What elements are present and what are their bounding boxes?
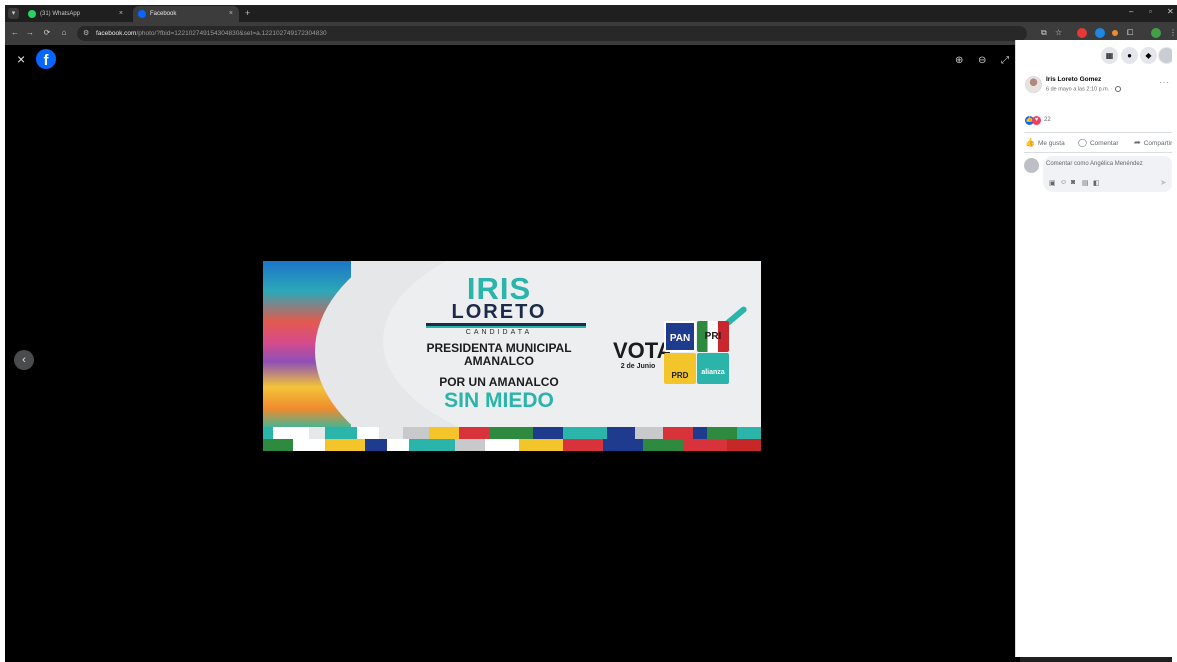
tab-facebook[interactable]: Facebook ×: [133, 6, 239, 22]
like-button[interactable]: 👍 Me gusta: [1025, 138, 1065, 147]
new-tab-button[interactable]: +: [245, 5, 250, 22]
tab-search-button[interactable]: ▾: [8, 8, 19, 19]
facebook-icon: [138, 10, 146, 18]
post-date[interactable]: 6 de mayo a las 2:10 p.m. ·: [1046, 86, 1121, 92]
tab-title: Facebook: [150, 11, 177, 17]
window-close-button[interactable]: ✕: [1167, 5, 1174, 19]
avatar-sticker-icon[interactable]: ◧: [1093, 179, 1100, 187]
tab-whatsapp[interactable]: (31) WhatsApp ×: [23, 6, 129, 22]
back-button[interactable]: ←: [9, 27, 21, 39]
forward-button[interactable]: →: [24, 27, 36, 39]
fullscreen-icon[interactable]: ⤢: [1001, 55, 1009, 67]
extension-icon[interactable]: [1095, 28, 1105, 38]
banner-candidate: CANDIDATA: [465, 329, 533, 336]
banner-underline: [426, 326, 586, 328]
url-host: facebook.com: [96, 30, 137, 37]
photo-viewer: × f ⊕ ⊖ ⤢ ‹ IRIS LORETO CANDIDATA PRESID…: [5, 45, 1020, 662]
pan-logo: PAN: [664, 321, 696, 352]
thumbs-up-icon: 👍: [1025, 138, 1035, 147]
tab-title: (31) WhatsApp: [40, 11, 81, 17]
apps-icon[interactable]: ▦: [1101, 47, 1118, 64]
maximize-button[interactable]: ▫: [1149, 5, 1152, 19]
banner-slogan-line1: POR UN AMANALCO: [439, 375, 559, 389]
url-text[interactable]: facebook.com/photo/?fbid=122102749154304…: [96, 26, 327, 41]
banner-office-line1: PRESIDENTA MUNICIPAL: [426, 341, 572, 355]
public-globe-icon: [1114, 86, 1121, 92]
home-button[interactable]: ⌂: [58, 27, 70, 39]
reload-button[interactable]: ⟳: [41, 27, 53, 39]
color-strip: [263, 439, 761, 451]
address-bar[interactable]: ⚙ facebook.com/photo/?fbid=1221027491543…: [77, 26, 1027, 41]
comment-button[interactable]: ◯ Comentar: [1078, 138, 1119, 147]
divider: [1024, 132, 1173, 133]
share-button[interactable]: ➦ Compartir: [1134, 138, 1172, 147]
banner-vote: VOTA: [613, 338, 673, 363]
banner-slogan-line2: SIN MIEDO: [444, 389, 554, 412]
share-icon: ➦: [1134, 138, 1141, 147]
reaction-count: 22: [1044, 117, 1051, 123]
close-viewer-button[interactable]: ×: [17, 52, 25, 66]
tab-close-button[interactable]: ×: [229, 6, 233, 22]
extensions-icon[interactable]: ⧠: [1127, 27, 1133, 39]
send-icon[interactable]: ➤: [1160, 178, 1167, 187]
page-scrollbar[interactable]: [1172, 40, 1177, 662]
author-name[interactable]: Iris Loreto Gomez: [1046, 76, 1101, 83]
emoji-icon[interactable]: ☺: [1060, 179, 1067, 186]
star-icon[interactable]: ☆: [1055, 27, 1062, 39]
color-strip: [263, 427, 761, 439]
notifications-icon[interactable]: ◆: [1140, 47, 1157, 64]
cast-icon[interactable]: ⧉: [1041, 27, 1047, 39]
more-options-button[interactable]: ···: [1159, 78, 1170, 87]
gif-icon[interactable]: ▤: [1082, 179, 1089, 187]
facebook-logo-icon[interactable]: f: [36, 49, 56, 69]
sticker-icon[interactable]: ▣: [1049, 179, 1056, 187]
zoom-out-icon[interactable]: ⊖: [978, 55, 986, 67]
banner-surname: LORETO: [451, 301, 547, 323]
comment-placeholder[interactable]: Comentar como Angélica Menéndez: [1046, 161, 1143, 167]
tab-close-button[interactable]: ×: [119, 6, 123, 22]
post-date-text: 6 de mayo a las 2:10 p.m. ·: [1046, 86, 1113, 93]
previous-photo-button[interactable]: ‹: [14, 350, 34, 370]
banner-vote-date: 2 de Junio: [620, 363, 656, 370]
tab-bar: ▾ (31) WhatsApp × Facebook × + – ▫ ✕: [5, 5, 1177, 22]
browser-window: ▾ (31) WhatsApp × Facebook × + – ▫ ✕ ← →…: [5, 5, 1177, 662]
profile-icon[interactable]: [1151, 28, 1161, 38]
photo-image: IRIS LORETO CANDIDATA PRESIDENTA MUNICIP…: [263, 261, 761, 451]
post-sidebar: ▦ ● ◆ Iris Loreto Gomez 6 de mayo a las …: [1015, 40, 1175, 657]
banner-office-line2: AMANALCO: [464, 354, 534, 368]
author-avatar[interactable]: [1025, 76, 1042, 93]
url-path: /photo/?fbid=122102749154304830&set=a.12…: [136, 30, 327, 37]
extension-icon[interactable]: [1077, 28, 1087, 38]
commenter-avatar: [1024, 158, 1039, 173]
menu-icon[interactable]: ⋮: [1169, 27, 1177, 39]
extension-icon[interactable]: [1112, 30, 1118, 36]
comment-label: Comentar: [1089, 140, 1119, 147]
whatsapp-icon: [28, 10, 36, 18]
minimize-button[interactable]: –: [1129, 5, 1133, 19]
pri-logo: PRI: [697, 321, 729, 352]
camera-icon[interactable]: ◙: [1071, 179, 1075, 186]
love-reaction-icon: ♥: [1032, 116, 1041, 125]
divider: [1024, 152, 1173, 153]
messenger-icon[interactable]: ●: [1121, 47, 1138, 64]
site-settings-icon[interactable]: ⚙: [83, 29, 92, 38]
like-label: Me gusta: [1037, 140, 1065, 147]
share-label: Compartir: [1143, 140, 1173, 147]
prd-logo: PRD: [664, 353, 696, 384]
zoom-in-icon[interactable]: ⊕: [955, 55, 963, 67]
navigation-bar: ← → ⟳ ⌂ ⚙ facebook.com/photo/?fbid=12210…: [5, 22, 1177, 45]
comment-icon: ◯: [1078, 138, 1087, 147]
alianza-logo: alianza: [697, 353, 729, 384]
